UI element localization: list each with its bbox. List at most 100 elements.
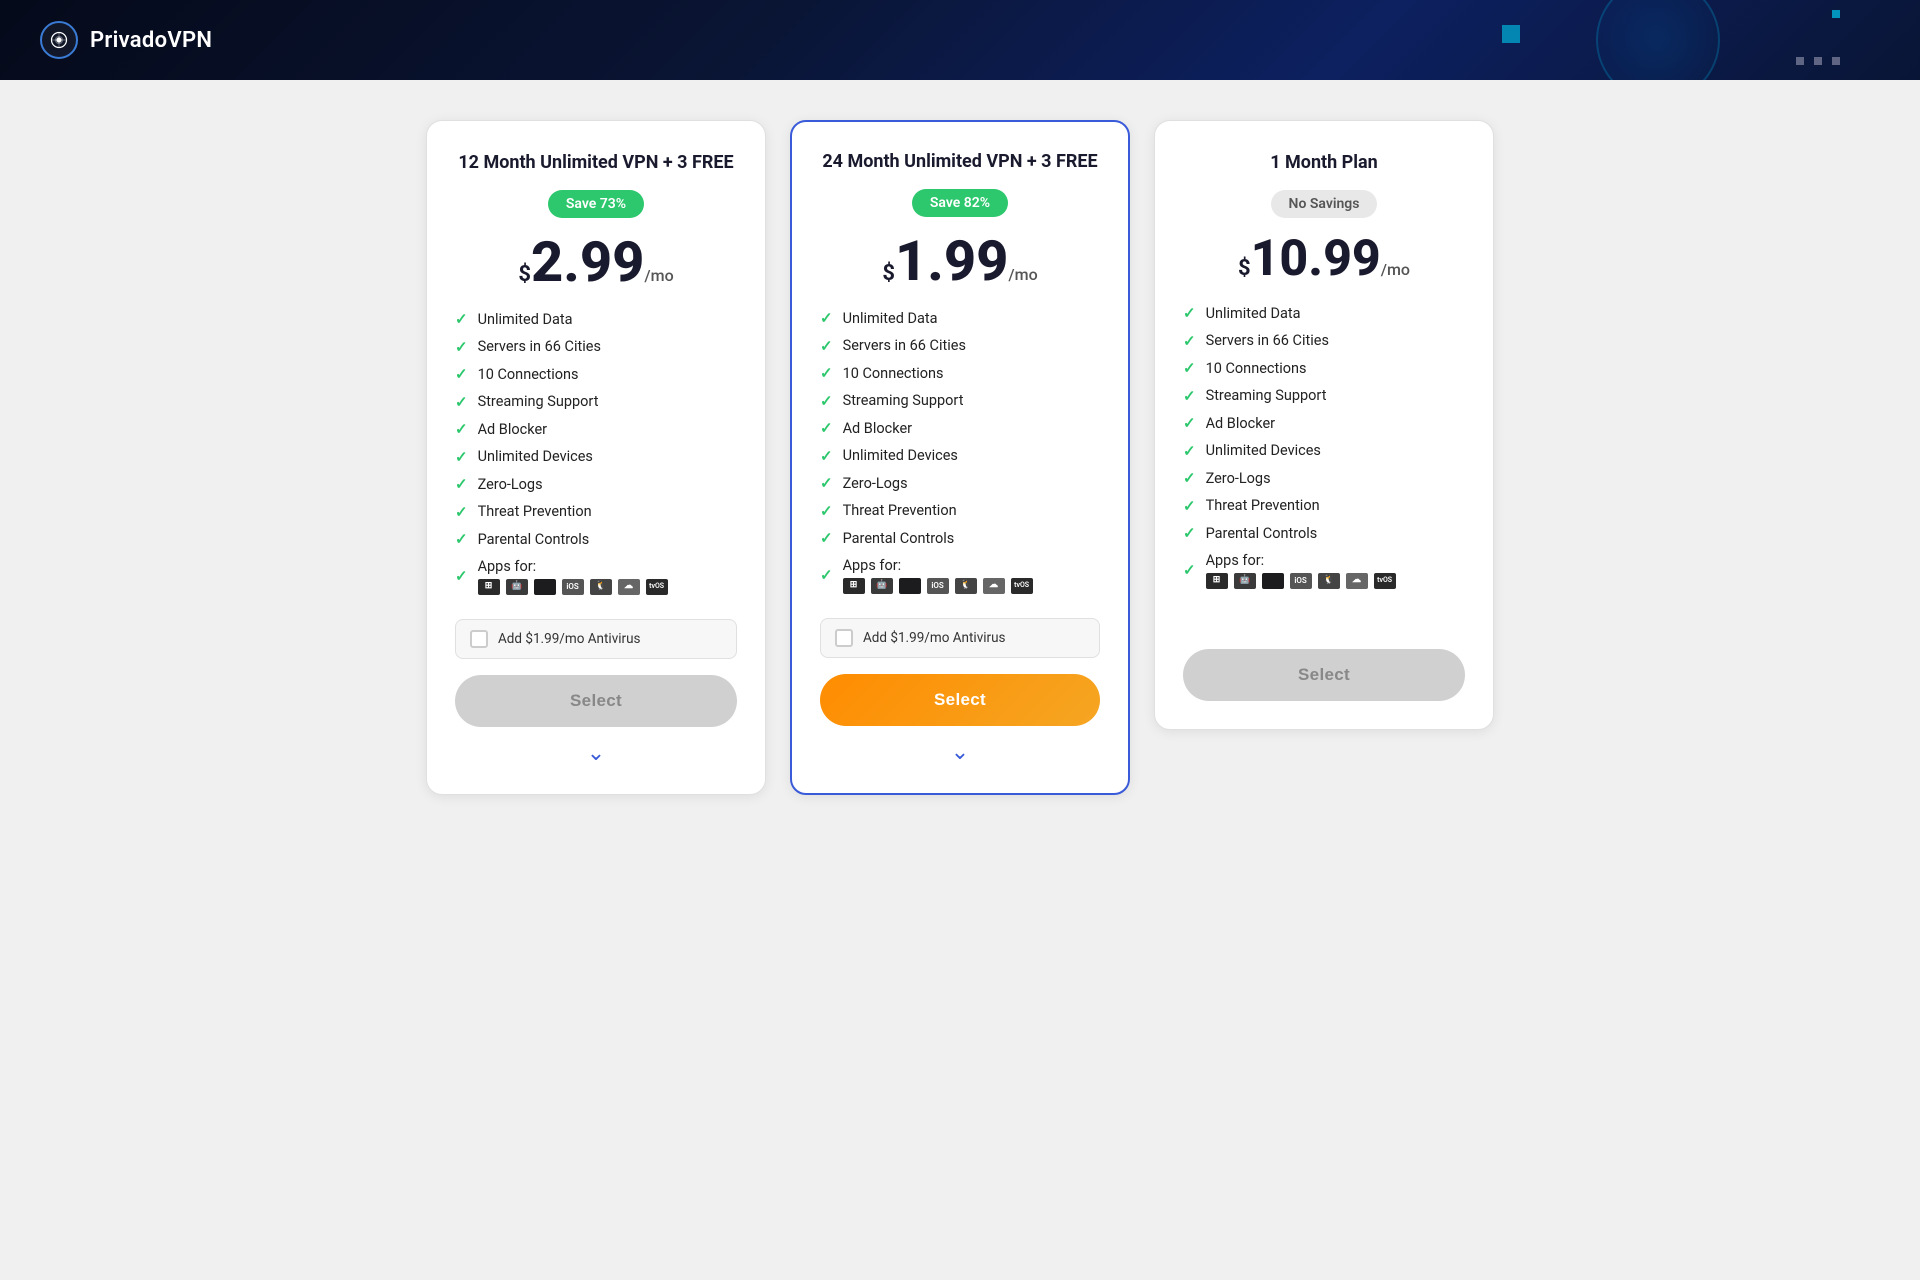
- check-icon: ✓: [820, 337, 833, 357]
- android-icon: 🤖: [1234, 573, 1256, 589]
- feature-item: ✓Parental Controls: [820, 529, 1100, 549]
- savings-badge-24month: Save 82%: [912, 189, 1008, 217]
- apps-icons-row: ⊞ 🤖 iOS 🐧 ☁ tvOS: [478, 579, 668, 595]
- check-icon: ✓: [455, 310, 468, 330]
- check-icon: ✓: [1183, 332, 1196, 352]
- brand-name: PrivadoVPN: [90, 28, 212, 53]
- check-icon: ✓: [1183, 414, 1196, 434]
- header-dots: [1796, 57, 1840, 65]
- feature-item-apps: ✓ Apps for: ⊞ 🤖 iOS 🐧 ☁ tvOS: [820, 557, 1100, 594]
- select-button-1month[interactable]: Select: [1183, 649, 1465, 701]
- feature-item: ✓Threat Prevention: [1183, 497, 1465, 517]
- antivirus-placeholder: [1183, 613, 1465, 633]
- select-button-12month[interactable]: Select: [455, 675, 737, 727]
- check-icon: ✓: [1183, 387, 1196, 407]
- check-icon: ✓: [820, 392, 833, 412]
- ios-icon: iOS: [1290, 573, 1312, 589]
- feature-item: ✓10 Connections: [1183, 359, 1465, 379]
- antivirus-label-12month: Add $1.99/mo Antivirus: [498, 631, 641, 647]
- antivirus-row-24month[interactable]: Add $1.99/mo Antivirus: [820, 618, 1100, 658]
- feature-item: ✓10 Connections: [455, 365, 737, 385]
- antivirus-checkbox-24month[interactable]: [835, 629, 853, 647]
- logo-icon: [40, 21, 78, 59]
- feature-item: ✓Streaming Support: [455, 393, 737, 413]
- logo-area: PrivadoVPN: [40, 21, 212, 59]
- check-icon: ✓: [455, 365, 468, 385]
- check-icon: ✓: [820, 364, 833, 384]
- cloud-icon: ☁: [983, 578, 1005, 594]
- price-dollar-24month: $: [882, 263, 895, 285]
- check-icon: ✓: [455, 393, 468, 413]
- check-icon: ✓: [455, 475, 468, 495]
- select-button-24month[interactable]: Select: [820, 674, 1100, 726]
- feature-item: ✓Unlimited Devices: [820, 447, 1100, 467]
- chevron-down-icon-12month: ⌄: [455, 727, 737, 766]
- check-icon: ✓: [455, 420, 468, 440]
- plan-card-1month: 1 Month Plan No Savings $ 10.99 /mo ✓Unl…: [1154, 120, 1494, 730]
- feature-item: ✓Unlimited Data: [1183, 304, 1465, 324]
- antivirus-checkbox-12month[interactable]: [470, 630, 488, 648]
- linux-icon: 🐧: [955, 578, 977, 594]
- check-icon: ✓: [1183, 359, 1196, 379]
- android-icon: 🤖: [506, 579, 528, 595]
- header-decoration: [1502, 25, 1520, 43]
- windows-icon: ⊞: [843, 578, 865, 594]
- antivirus-label-24month: Add $1.99/mo Antivirus: [863, 630, 1006, 646]
- feature-item: ✓Unlimited Data: [455, 310, 737, 330]
- price-period-1month: /mo: [1381, 260, 1410, 279]
- windows-icon: ⊞: [1206, 573, 1228, 589]
- features-list-12month: ✓Unlimited Data ✓Servers in 66 Cities ✓1…: [455, 310, 737, 594]
- feature-item: ✓Threat Prevention: [820, 502, 1100, 522]
- price-12month: $ 2.99 /mo: [455, 234, 737, 290]
- plan-card-24month: 24 Month Unlimited VPN + 3 FREE Save 82%…: [790, 120, 1130, 795]
- badge-container-24month: Save 82%: [820, 189, 1100, 233]
- plan-card-12month: 12 Month Unlimited VPN + 3 FREE Save 73%…: [426, 120, 766, 795]
- feature-item: ✓Parental Controls: [1183, 524, 1465, 544]
- check-icon: ✓: [455, 338, 468, 358]
- feature-item: ✓Streaming Support: [820, 392, 1100, 412]
- feature-item: ✓Zero-Logs: [455, 475, 737, 495]
- price-period-24month: /mo: [1008, 265, 1037, 284]
- linux-icon: 🐧: [590, 579, 612, 595]
- apps-icons-row: ⊞ 🤖 iOS 🐧 ☁ tvOS: [1206, 573, 1396, 589]
- price-24month: $ 1.99 /mo: [820, 233, 1100, 289]
- features-list-1month: ✓Unlimited Data ✓Servers in 66 Cities ✓1…: [1183, 304, 1465, 588]
- feature-item: ✓Ad Blocker: [1183, 414, 1465, 434]
- plan-title-12month: 12 Month Unlimited VPN + 3 FREE: [455, 151, 737, 174]
- check-icon: ✓: [1183, 497, 1196, 517]
- feature-item: ✓Unlimited Devices: [455, 448, 737, 468]
- price-amount-1month: 10.99: [1251, 234, 1381, 284]
- check-icon: ✓: [1183, 442, 1196, 462]
- android-icon: 🤖: [871, 578, 893, 594]
- tvos-icon: tvOS: [1374, 573, 1396, 589]
- check-icon: ✓: [1183, 524, 1196, 544]
- antivirus-row-12month[interactable]: Add $1.99/mo Antivirus: [455, 619, 737, 659]
- tvos-icon: tvOS: [1011, 578, 1033, 594]
- plan-title-1month: 1 Month Plan: [1183, 151, 1465, 174]
- price-dollar-1month: $: [1238, 258, 1251, 280]
- check-icon: ✓: [820, 566, 833, 586]
- ios-icon: iOS: [927, 578, 949, 594]
- savings-badge-1month: No Savings: [1271, 190, 1378, 218]
- feature-item: ✓10 Connections: [820, 364, 1100, 384]
- feature-item: ✓Zero-Logs: [820, 474, 1100, 494]
- feature-item: ✓Zero-Logs: [1183, 469, 1465, 489]
- feature-item: ✓Unlimited Devices: [1183, 442, 1465, 462]
- check-icon: ✓: [455, 567, 468, 587]
- price-period-12month: /mo: [644, 266, 673, 285]
- feature-item: ✓Servers in 66 Cities: [820, 337, 1100, 357]
- savings-badge-12month: Save 73%: [548, 190, 644, 218]
- chevron-down-icon-24month: ⌄: [820, 726, 1100, 765]
- price-1month: $ 10.99 /mo: [1183, 234, 1465, 284]
- check-icon: ✓: [820, 447, 833, 467]
- badge-container-12month: Save 73%: [455, 190, 737, 234]
- feature-item: ✓Ad Blocker: [455, 420, 737, 440]
- apple-icon: [899, 578, 921, 594]
- price-amount-12month: 2.99: [531, 234, 644, 290]
- feature-item: ✓Threat Prevention: [455, 503, 737, 523]
- check-icon: ✓: [820, 474, 833, 494]
- apps-icons-row: ⊞ 🤖 iOS 🐧 ☁ tvOS: [843, 578, 1033, 594]
- windows-icon: ⊞: [478, 579, 500, 595]
- check-icon: ✓: [455, 530, 468, 550]
- check-icon: ✓: [1183, 304, 1196, 324]
